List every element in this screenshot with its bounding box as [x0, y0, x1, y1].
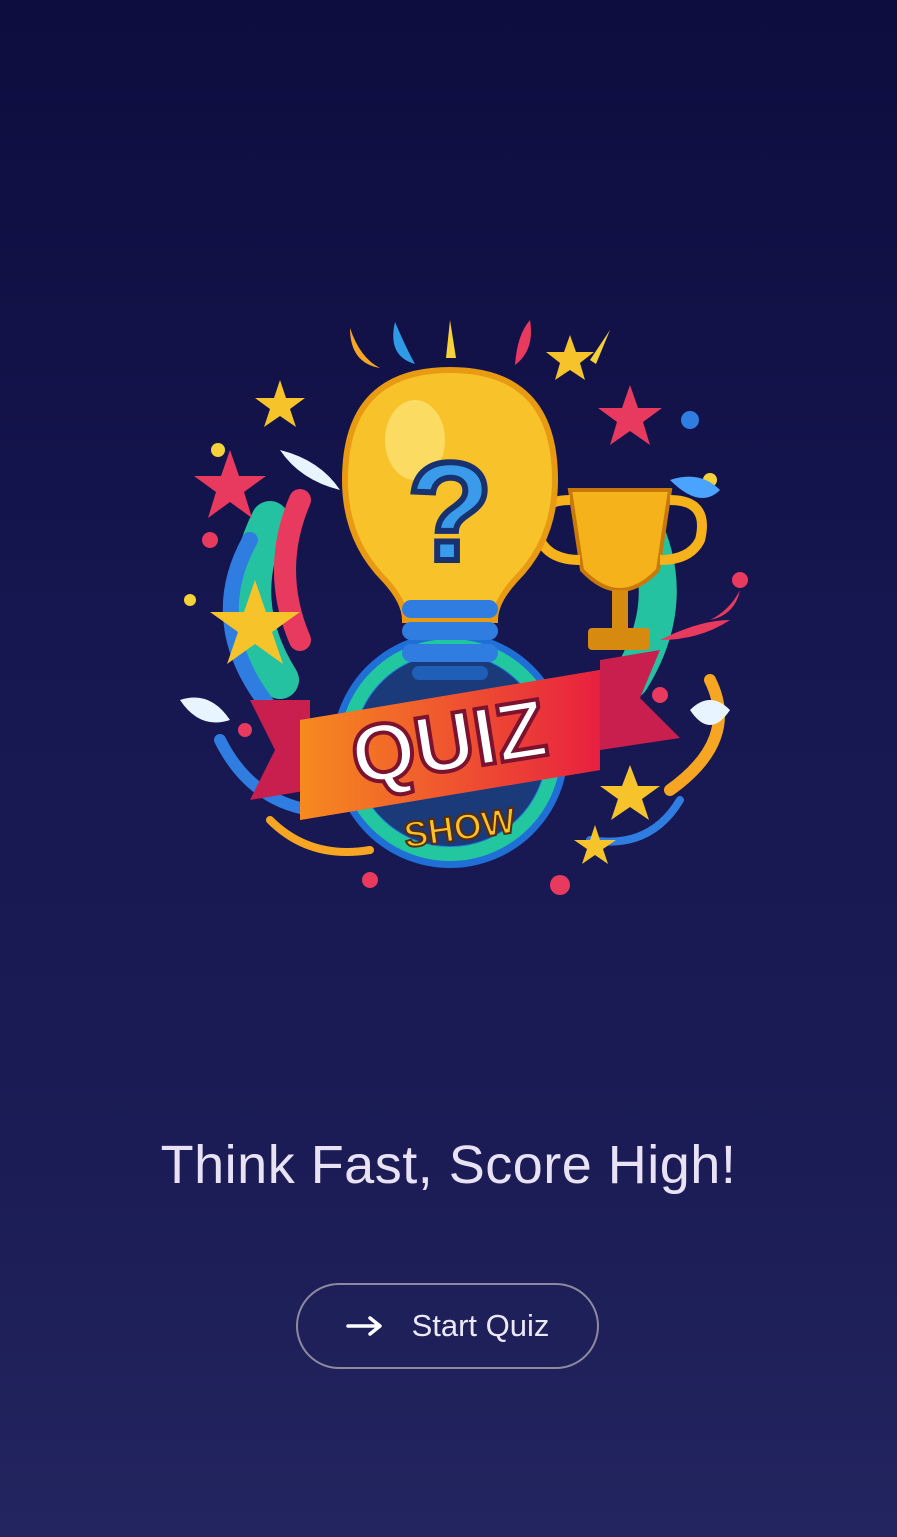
quiz-splash-screen: ? QUIZ SHOW Think Fast, Score High! Star… — [0, 0, 897, 1537]
start-quiz-button[interactable]: Start Quiz — [296, 1283, 599, 1369]
tagline: Think Fast, Score High! — [160, 1135, 737, 1195]
quiz-show-logo: ? QUIZ SHOW — [150, 300, 760, 900]
trophy-icon — [533, 488, 707, 650]
arrow-right-icon — [345, 1316, 382, 1336]
question-mark-icon: ? — [407, 433, 493, 590]
lightbulb-icon: ? — [341, 366, 559, 680]
start-quiz-label: Start Quiz — [411, 1308, 550, 1343]
